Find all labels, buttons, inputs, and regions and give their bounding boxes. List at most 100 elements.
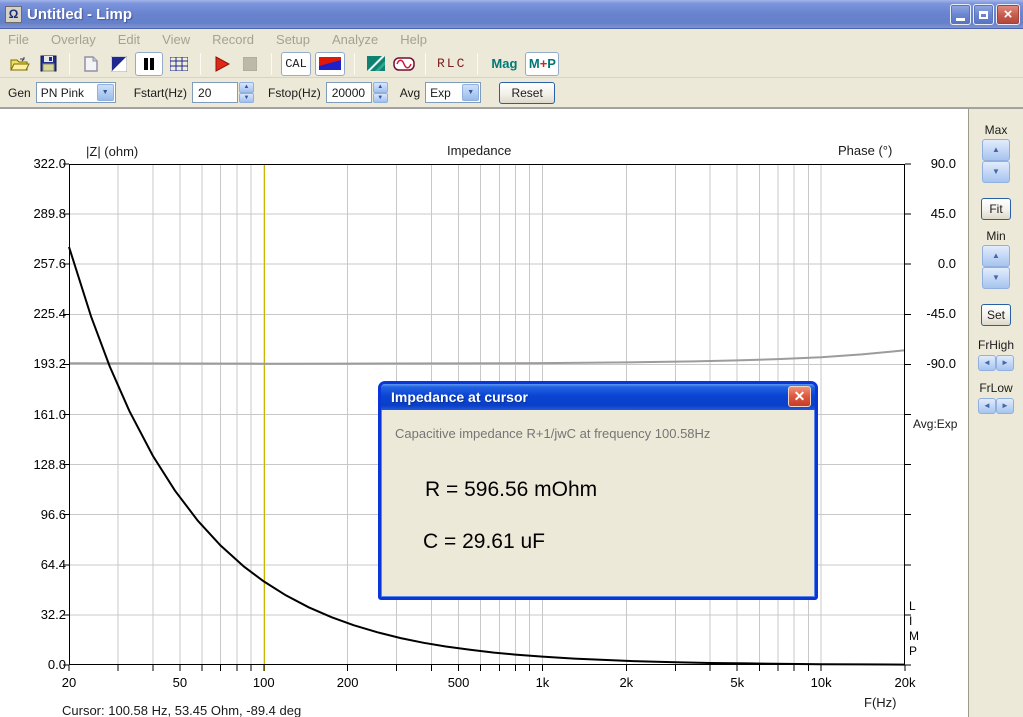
phase-curve (68, 349, 906, 365)
set-button[interactable]: Set (981, 304, 1011, 326)
y-axis-tick-label: 96.6 (40, 506, 66, 522)
spin-down-icon[interactable]: ▼ (239, 92, 255, 103)
y-axis-tick-label: 64.4 (40, 556, 66, 572)
pause-button[interactable] (135, 51, 163, 76)
limp-vertical-label: M (909, 629, 919, 643)
spin-left-icon[interactable]: ◄ (978, 398, 996, 414)
menu-bar: File Overlay Edit View Record Setup Analyze Hel… (0, 29, 1023, 50)
table-icon (170, 56, 188, 71)
restore-icon (979, 10, 988, 19)
fstop-input[interactable]: 20000 (325, 82, 372, 103)
save-file-button[interactable] (36, 52, 60, 76)
cal-label: CAL (285, 56, 307, 71)
phase-axis-tick-label: 90.0 (930, 156, 956, 171)
toolbar-separator (425, 52, 426, 75)
x-axis-title: F(Hz) (864, 695, 897, 710)
x-axis-tick-label: 200 (336, 675, 359, 690)
x-axis-tick-label: 500 (447, 675, 470, 690)
overlay-button[interactable] (107, 52, 131, 76)
stop-icon (243, 56, 257, 71)
reset-button[interactable]: Reset (499, 81, 556, 104)
menu-item-view[interactable]: View (162, 30, 200, 49)
restore-button[interactable] (973, 4, 994, 25)
rlc-button[interactable]: RLC (437, 56, 466, 71)
copy-button[interactable] (79, 52, 103, 76)
chevron-down-icon[interactable]: ▼ (96, 84, 114, 101)
mp-label: M+P (528, 56, 556, 71)
frlow-label: FrLow (979, 381, 1013, 395)
cursor-readout: Cursor: 100.58 Hz, 53.45 Ohm, -89.4 deg (62, 703, 302, 717)
mag-phase-button[interactable]: M+P (525, 51, 560, 76)
mag-button[interactable]: Mag (491, 56, 517, 71)
min-label: Min (986, 229, 1006, 243)
y-axis-tick-label: 257.6 (33, 256, 66, 272)
record-play-button[interactable] (210, 52, 234, 76)
frlow-stepper[interactable]: ◄ ► (978, 398, 1014, 414)
generator-button[interactable] (315, 51, 345, 76)
spin-left-icon[interactable]: ◄ (978, 355, 996, 371)
spin-right-icon[interactable]: ► (996, 355, 1014, 371)
menu-item-file[interactable]: File (8, 30, 39, 49)
spin-up-icon[interactable]: ▲ (239, 82, 255, 93)
chart-title: Impedance (447, 143, 512, 158)
spin-up-icon[interactable]: ▲ (372, 82, 388, 93)
signal-button[interactable] (392, 52, 416, 76)
menu-item-analyze[interactable]: Analyze (332, 30, 388, 49)
fstop-stepper[interactable]: ▲ ▼ (372, 82, 388, 103)
close-icon: × (1003, 6, 1013, 23)
limp-vertical-label: L (909, 599, 916, 613)
table-button[interactable] (167, 52, 191, 76)
max-label: Max (984, 123, 1008, 137)
x-axis-tick-label: 10k (810, 675, 832, 690)
overlay-triangle-icon (111, 55, 127, 72)
fit-button[interactable]: Fit (981, 198, 1011, 220)
sine-wave-icon (393, 56, 415, 71)
fstart-label: Fstart(Hz) (133, 85, 188, 100)
spin-down-icon[interactable]: ▼ (982, 267, 1010, 289)
menu-item-help[interactable]: Help (400, 30, 437, 49)
dialog-title-bar: Impedance at cursor ✕ (381, 384, 815, 410)
right-axis-title: Phase (°) (838, 143, 893, 158)
capacitance-value: C = 29.61 uF (423, 530, 545, 553)
limp-vertical-label: P (909, 644, 918, 658)
spectrum-button[interactable] (364, 52, 388, 76)
spin-right-icon[interactable]: ► (996, 398, 1014, 414)
minimize-icon (956, 17, 965, 21)
dialog-message: Capacitive impedance R+1/jwC at frequenc… (395, 426, 711, 441)
fstart-input[interactable]: 20 (192, 82, 239, 103)
toolbar-separator (200, 52, 201, 75)
side-panel: Max ▲ ▼ Fit Min ▲ ▼ Set FrHigh ◄ ► FrLow… (968, 109, 1023, 717)
phase-axis-tick-label: 0.0 (937, 256, 956, 272)
spin-up-icon[interactable]: ▲ (982, 139, 1010, 161)
dialog-close-button[interactable]: ✕ (788, 386, 811, 407)
avg-select[interactable]: Exp ▼ (425, 82, 482, 103)
frhigh-stepper[interactable]: ◄ ► (978, 355, 1014, 371)
y-axis-tick-label: 193.2 (33, 356, 66, 372)
frhigh-label: FrHigh (977, 338, 1014, 352)
fstart-stepper[interactable]: ▲ ▼ (239, 82, 255, 103)
max-stepper[interactable]: ▲ ▼ (982, 139, 1010, 183)
menu-item-record[interactable]: Record (212, 30, 264, 49)
gen-select[interactable]: PN Pink ▼ (35, 82, 116, 103)
record-stop-button[interactable] (238, 52, 262, 76)
cal-button[interactable]: CAL (281, 51, 311, 76)
spin-down-icon[interactable]: ▼ (982, 161, 1010, 183)
spin-up-icon[interactable]: ▲ (982, 245, 1010, 267)
generator-bar: Gen PN Pink ▼ Fstart(Hz) 20 ▲ ▼ Fstop(Hz… (0, 78, 1023, 108)
app-icon: Ω (5, 5, 22, 23)
spin-down-icon[interactable]: ▼ (372, 92, 388, 103)
minimize-button[interactable] (950, 4, 971, 25)
x-axis-tick-label: 1k (535, 675, 550, 690)
open-file-button[interactable] (8, 52, 32, 76)
min-stepper[interactable]: ▲ ▼ (982, 245, 1010, 289)
x-axis-tick-label: 50 (172, 675, 188, 690)
y-axis-tick-label: 289.8 (33, 206, 66, 222)
menu-item-setup[interactable]: Setup (276, 30, 320, 49)
save-floppy-icon (40, 55, 56, 72)
menu-item-overlay[interactable]: Overlay (51, 30, 106, 49)
menu-item-edit[interactable]: Edit (118, 30, 150, 49)
close-button[interactable]: × (996, 4, 1020, 25)
gen-select-value: PN Pink (40, 85, 85, 100)
y-axis-tick-label: 225.4 (33, 306, 66, 322)
chevron-down-icon[interactable]: ▼ (462, 84, 480, 101)
